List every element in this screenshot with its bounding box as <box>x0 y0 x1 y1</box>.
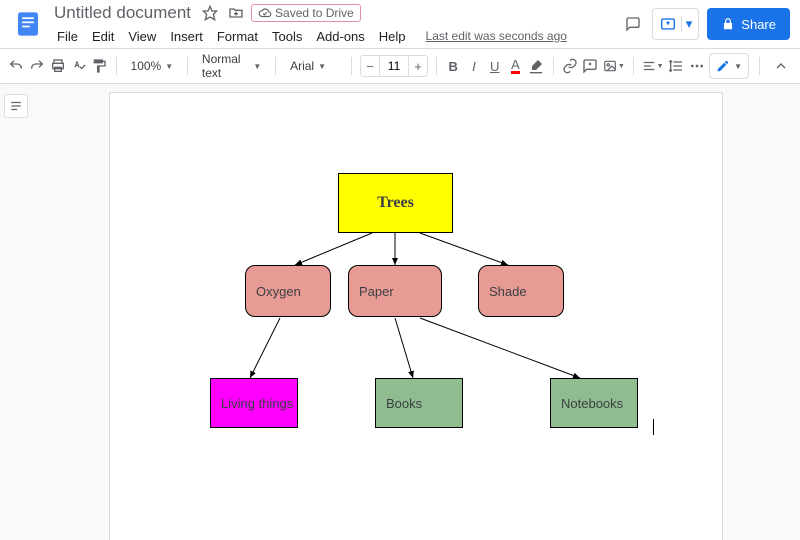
canvas-area: Trees Oxygen Paper Shade Living things B… <box>0 84 800 540</box>
text-cursor <box>653 419 654 435</box>
font-select[interactable]: Arial ▼ <box>284 55 343 77</box>
comment-history-icon[interactable] <box>622 13 644 35</box>
menu-edit[interactable]: Edit <box>85 27 121 46</box>
more-icon[interactable] <box>688 55 705 77</box>
highlight-icon[interactable] <box>528 55 545 77</box>
node-label: Notebooks <box>561 396 623 411</box>
share-label: Share <box>741 17 776 32</box>
italic-icon[interactable]: I <box>466 55 483 77</box>
node-living-things[interactable]: Living things <box>210 378 298 428</box>
star-icon[interactable] <box>199 2 221 24</box>
outline-icon[interactable] <box>4 94 28 118</box>
node-notebooks[interactable]: Notebooks <box>550 378 638 428</box>
app-header: Untitled document Saved to Drive File Ed… <box>0 0 800 48</box>
node-label: Books <box>386 396 422 411</box>
redo-icon[interactable] <box>29 55 46 77</box>
left-rail <box>0 84 32 540</box>
chevron-down-icon: ▾ <box>681 16 693 32</box>
present-button[interactable]: ▾ <box>652 8 700 40</box>
toolbar: 100%▼ Normal text▼ Arial▼ − + B I U A ▼ … <box>0 48 800 84</box>
tree-root-label: Trees <box>377 194 414 212</box>
undo-icon[interactable] <box>8 55 25 77</box>
bold-icon[interactable]: B <box>445 55 462 77</box>
align-icon[interactable]: ▼ <box>642 55 664 77</box>
node-shade[interactable]: Shade <box>478 265 564 317</box>
style-value: Normal text <box>202 52 249 80</box>
tree-root-box[interactable]: Trees <box>338 173 453 233</box>
chevron-down-icon: ▼ <box>318 62 326 71</box>
share-button[interactable]: Share <box>707 8 790 40</box>
menu-file[interactable]: File <box>50 27 85 46</box>
line-spacing-icon[interactable] <box>668 55 685 77</box>
insert-comment-icon[interactable] <box>582 55 599 77</box>
saved-label: Saved to Drive <box>275 6 354 20</box>
font-size-stepper: − + <box>360 55 428 77</box>
document-page[interactable]: Trees Oxygen Paper Shade Living things B… <box>109 92 723 540</box>
node-label: Living things <box>221 396 293 411</box>
decrease-font-size-button[interactable]: − <box>360 55 380 77</box>
menu-insert[interactable]: Insert <box>163 27 210 46</box>
menu-tools[interactable]: Tools <box>265 27 309 46</box>
menu-view[interactable]: View <box>121 27 163 46</box>
lock-icon <box>721 17 735 31</box>
text-color-icon[interactable]: A <box>507 55 524 77</box>
menu-bar: File Edit View Insert Format Tools Add-o… <box>50 25 622 47</box>
print-icon[interactable] <box>50 55 67 77</box>
node-paper[interactable]: Paper <box>348 265 442 317</box>
move-icon[interactable] <box>225 2 247 24</box>
increase-font-size-button[interactable]: + <box>408 55 428 77</box>
node-label: Shade <box>489 284 527 299</box>
document-title[interactable]: Untitled document <box>50 3 195 23</box>
chevron-down-icon: ▼ <box>165 62 173 71</box>
chevron-down-icon: ▼ <box>734 62 742 71</box>
spellcheck-icon[interactable] <box>70 55 87 77</box>
paragraph-style-select[interactable]: Normal text ▼ <box>196 55 267 77</box>
menu-addons[interactable]: Add-ons <box>309 27 371 46</box>
zoom-select[interactable]: 100%▼ <box>125 55 180 77</box>
font-size-input[interactable] <box>380 55 408 77</box>
editing-mode-button[interactable]: ▼ <box>709 53 749 79</box>
menu-format[interactable]: Format <box>210 27 265 46</box>
collapse-icon[interactable] <box>770 55 792 77</box>
chevron-down-icon: ▼ <box>253 62 261 71</box>
node-label: Paper <box>359 284 394 299</box>
node-label: Oxygen <box>256 284 301 299</box>
present-icon <box>659 17 677 31</box>
insert-image-icon[interactable]: ▼ <box>603 55 625 77</box>
underline-icon[interactable]: U <box>486 55 503 77</box>
last-edit-link[interactable]: Last edit was seconds ago <box>419 27 574 45</box>
paint-format-icon[interactable] <box>91 55 108 77</box>
cloud-icon <box>258 6 272 20</box>
saved-to-drive-indicator[interactable]: Saved to Drive <box>251 4 361 22</box>
insert-link-icon[interactable] <box>561 55 578 77</box>
pencil-icon <box>716 59 730 73</box>
node-books[interactable]: Books <box>375 378 463 428</box>
font-value: Arial <box>290 59 314 73</box>
menu-help[interactable]: Help <box>372 27 413 46</box>
zoom-value: 100% <box>131 59 162 73</box>
docs-logo-icon[interactable] <box>10 6 46 42</box>
node-oxygen[interactable]: Oxygen <box>245 265 331 317</box>
